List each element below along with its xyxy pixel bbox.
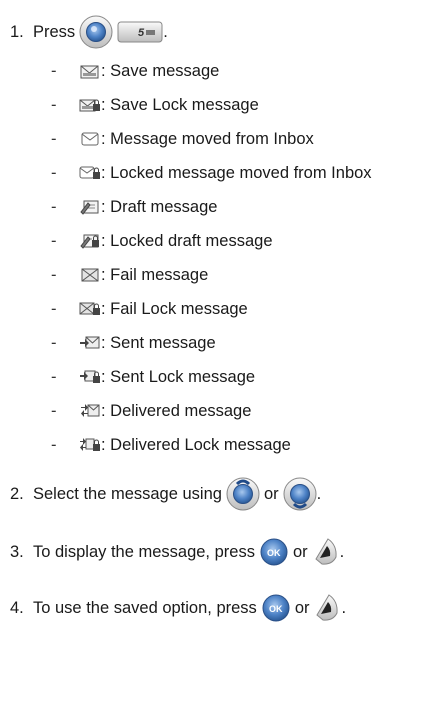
step-text: To use the saved option, press — [33, 598, 257, 617]
sent-message-icon — [79, 333, 101, 353]
list-item-label: : Sent message — [101, 333, 216, 352]
step-end: . — [339, 542, 345, 561]
locked-draft-message-icon — [79, 231, 101, 251]
ok-key-icon: OK — [261, 593, 291, 623]
bullet-dash: - — [51, 129, 57, 148]
step-number: 4. — [10, 598, 24, 617]
list-item-label: : Delivered message — [101, 401, 252, 420]
step-end: . — [163, 22, 168, 41]
step-number: 2. — [10, 484, 24, 503]
save-lock-message-icon — [79, 95, 101, 115]
list-item-label: : Locked message moved from Inbox — [101, 163, 372, 182]
delivered-lock-message-icon — [79, 435, 101, 455]
list-item-label: : Fail message — [101, 265, 209, 284]
step-or: or — [294, 598, 310, 617]
soft-key-icon — [312, 537, 340, 567]
list-item-label: : Save message — [101, 61, 220, 80]
ok-key-label: OK — [269, 604, 283, 614]
sent-lock-message-icon — [79, 367, 101, 387]
bullet-dash: - — [51, 265, 57, 284]
bullet-dash: - — [51, 367, 57, 386]
bullet-dash: - — [51, 163, 57, 182]
soft-key-icon — [313, 593, 341, 623]
bullet-dash: - — [51, 299, 57, 318]
bullet-dash: - — [51, 197, 57, 216]
step-or: or — [263, 484, 279, 503]
step-number: 3. — [10, 542, 24, 561]
fail-lock-message-icon — [79, 299, 101, 319]
bullet-dash: - — [51, 231, 57, 250]
list-item-label: : Draft message — [101, 197, 218, 216]
step-or: or — [292, 542, 308, 561]
ok-key-label: OK — [267, 548, 281, 558]
nav-key-down-icon — [283, 477, 317, 511]
bullet-dash: - — [51, 435, 57, 454]
delivered-message-icon — [79, 401, 101, 421]
bullet-dash: - — [51, 61, 57, 80]
list-item-label: : Locked draft message — [101, 231, 273, 250]
nav-key-center-icon — [79, 15, 113, 49]
step-end: . — [316, 484, 322, 503]
save-message-icon — [79, 61, 101, 81]
list-item-label: : Sent Lock message — [101, 367, 256, 386]
fail-message-icon — [79, 265, 101, 285]
ok-key-icon: OK — [259, 537, 289, 567]
message-moved-from-inbox-icon — [79, 129, 101, 149]
nav-key-up-icon — [226, 477, 260, 511]
key-5-icon: 5 — [117, 20, 163, 44]
step-end: . — [341, 598, 347, 617]
bullet-dash: - — [51, 401, 57, 420]
list-item-label: : Save Lock message — [101, 95, 259, 114]
key-5-label: 5 — [138, 27, 145, 39]
bullet-dash: - — [51, 333, 57, 352]
locked-message-moved-from-inbox-icon — [79, 163, 101, 183]
draft-message-icon — [79, 197, 101, 217]
list-item-label: : Message moved from Inbox — [101, 129, 314, 148]
step-number: 1. — [10, 22, 24, 41]
list-item-label: : Fail Lock message — [101, 299, 248, 318]
step-text: Select the message using — [33, 484, 222, 503]
bullet-dash: - — [51, 95, 57, 114]
list-item-label: : Delivered Lock message — [101, 435, 291, 454]
step-text: Press — [33, 22, 76, 41]
step-text: To display the message, press — [33, 542, 255, 561]
